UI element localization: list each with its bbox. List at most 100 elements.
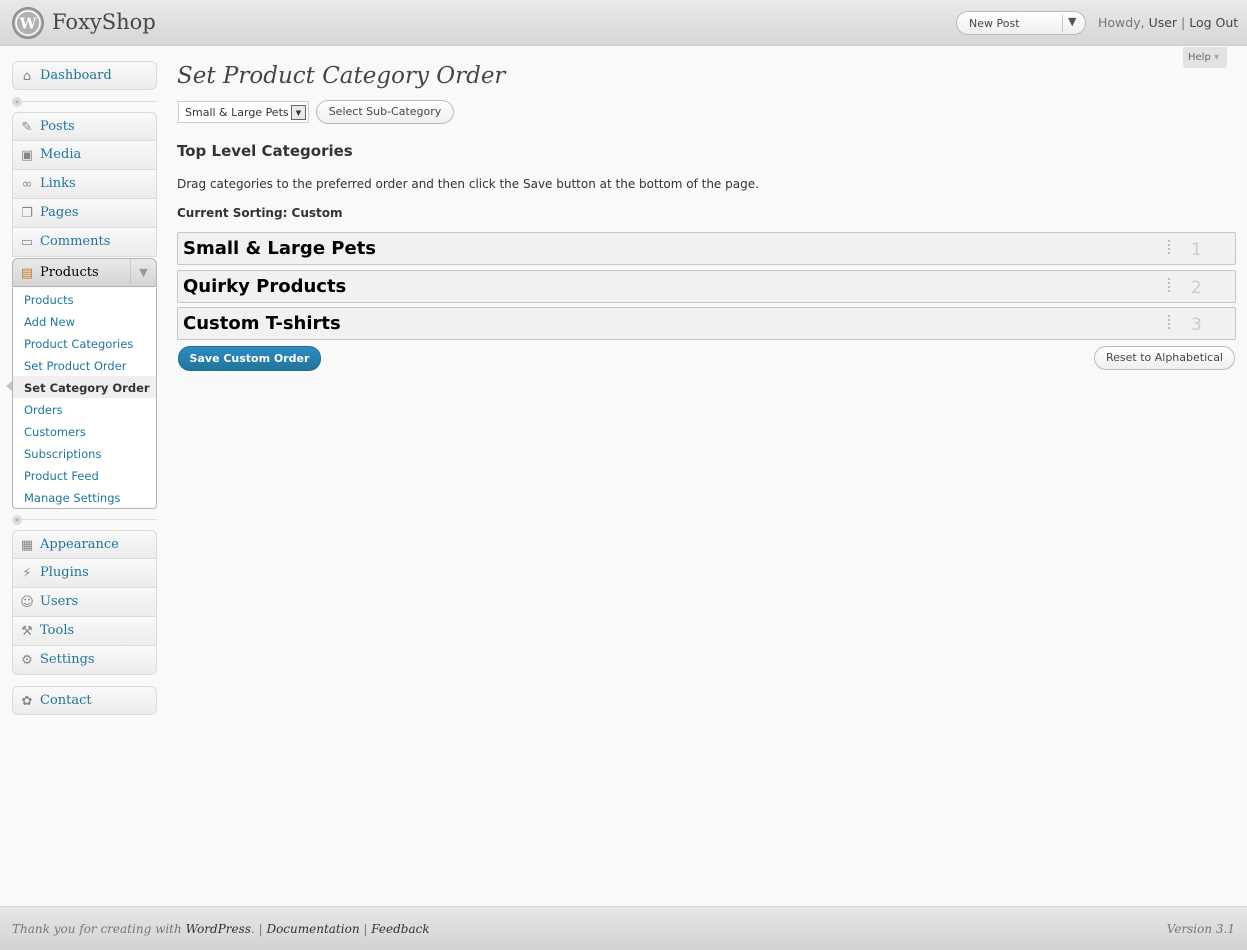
sidebar-item-label: Pages [40, 205, 79, 220]
category-order-number: 3 [1191, 315, 1202, 335]
products-icon: ▤ [20, 266, 34, 281]
category-order-number: 2 [1191, 278, 1202, 298]
save-custom-order-button[interactable]: Save Custom Order [178, 346, 321, 371]
category-row[interactable]: Custom T-shirts 3 [177, 307, 1236, 340]
page-title: Set Product Category Order [177, 63, 506, 89]
sidebar-item-comments[interactable]: ▭ Comments [12, 228, 157, 257]
submenu-item-set-product-order[interactable]: Set Product Order [13, 354, 156, 376]
drag-handle-icon[interactable] [1168, 278, 1170, 294]
sidebar-item-pages[interactable]: ❐ Pages [12, 199, 157, 228]
sidebar-item-media[interactable]: ▣ Media [12, 141, 157, 170]
sidebar-item-tools[interactable]: ⚒ Tools [12, 617, 157, 646]
sidebar-item-label: Posts [40, 119, 75, 134]
divider [12, 519, 157, 520]
sidebar-item-posts[interactable]: ✎ Posts [12, 112, 157, 141]
tools-icon: ⚒ [21, 624, 33, 639]
category-name: Quirky Products [183, 276, 347, 297]
category-name: Custom T-shirts [183, 313, 341, 334]
new-post-dropdown[interactable]: New Post ▼ [956, 11, 1086, 35]
current-sorting-text: Current Sorting: Custom [177, 206, 343, 220]
sidebar-item-products[interactable]: ▤ Products ▼ [12, 258, 157, 287]
appearance-icon: ▦ [20, 538, 34, 553]
submenu-item-orders[interactable]: Orders [13, 398, 156, 420]
feedback-link[interactable]: Feedback [371, 922, 429, 936]
media-icon: ▣ [20, 148, 34, 163]
submenu-item-products[interactable]: Products [13, 288, 156, 310]
settings-icon: ⚙ [21, 653, 33, 668]
section-title: Top Level Categories [177, 142, 353, 160]
users-icon: ☺ [20, 595, 34, 610]
submenu-item-add-new[interactable]: Add New [13, 310, 156, 332]
sidebar-item-label: Media [40, 147, 82, 162]
sidebar-item-label: Links [40, 176, 76, 191]
footer-punct: | [359, 922, 372, 936]
version-text: Version 3.1 [1166, 922, 1235, 936]
submenu-item-product-categories[interactable]: Product Categories [13, 332, 156, 354]
chevron-down-icon: ▾ [1214, 52, 1220, 63]
sidebar-item-label: Appearance [40, 537, 119, 552]
separator: | [1181, 15, 1186, 30]
collapse-arrow-icon[interactable]: « [12, 97, 22, 107]
sidebar-item-links[interactable]: ∞ Links [12, 170, 157, 199]
divider [12, 101, 157, 102]
divider [1062, 15, 1063, 32]
select-subcategory-button[interactable]: Select Sub-Category [316, 100, 454, 124]
comments-icon: ▭ [20, 235, 34, 250]
products-submenu: Products Add New Product Categories Set … [12, 288, 157, 509]
sidebar-item-settings[interactable]: ⚙ Settings [12, 646, 157, 675]
category-select-value: Small & Large Pets [185, 106, 289, 119]
sidebar-item-label: Settings [40, 652, 95, 667]
pin-icon: ✎ [21, 120, 33, 135]
user-greeting: Howdy, User | Log Out [1098, 15, 1238, 30]
wordpress-logo-icon[interactable]: W [12, 7, 44, 39]
drag-handle-icon[interactable] [1168, 315, 1170, 331]
sidebar-item-label: Users [40, 594, 79, 609]
new-post-label: New Post [969, 17, 1020, 30]
documentation-link[interactable]: Documentation [266, 922, 359, 936]
pages-icon: ❐ [21, 206, 33, 221]
category-name: Small & Large Pets [183, 238, 377, 259]
instructions-text: Drag categories to the preferred order a… [177, 177, 759, 191]
help-label: Help [1188, 52, 1211, 63]
plugins-icon: ⚡ [22, 566, 32, 581]
submenu-item-manage-settings[interactable]: Manage Settings [13, 486, 156, 508]
footer-thanks-text: Thank you for creating with [12, 922, 182, 936]
category-row[interactable]: Quirky Products 2 [177, 270, 1236, 303]
logout-link[interactable]: Log Out [1189, 15, 1238, 30]
category-order-number: 1 [1191, 240, 1202, 260]
sidebar-item-label: Products [40, 265, 99, 280]
wordpress-link[interactable]: WordPress [186, 922, 251, 936]
user-profile-link[interactable]: User [1149, 15, 1178, 30]
contact-gear-icon: ✿ [21, 694, 33, 709]
category-row[interactable]: Small & Large Pets 1 [177, 232, 1236, 265]
sidebar-item-dashboard[interactable]: ⌂ Dashboard [12, 61, 157, 90]
svg-text:W: W [19, 15, 38, 33]
sidebar-item-label: Comments [40, 234, 111, 249]
drag-handle-icon[interactable] [1168, 240, 1170, 256]
site-title[interactable]: FoxyShop [52, 10, 156, 34]
category-select[interactable]: Small & Large Pets ▼ [178, 101, 309, 123]
footer-punct: . | [250, 922, 267, 936]
submenu-toggle-icon[interactable]: ▼ [130, 259, 156, 287]
home-icon: ⌂ [22, 69, 32, 84]
sidebar-item-plugins[interactable]: ⚡ Plugins [12, 559, 157, 588]
howdy-text: Howdy, [1098, 15, 1145, 30]
chevron-down-icon[interactable]: ▼ [291, 105, 306, 120]
sidebar-item-appearance[interactable]: ▦ Appearance [12, 530, 157, 559]
sidebar-item-label: Plugins [40, 565, 89, 580]
admin-footer: Thank you for creating with WordPress. |… [0, 906, 1247, 950]
dropdown-arrow-icon[interactable]: ▼ [1068, 15, 1076, 28]
submenu-item-set-category-order[interactable]: Set Category Order [13, 376, 156, 398]
link-icon: ∞ [21, 177, 33, 192]
submenu-item-product-feed[interactable]: Product Feed [13, 464, 156, 486]
sidebar-item-label: Contact [40, 693, 92, 708]
collapse-arrow-icon[interactable]: « [12, 515, 22, 525]
sidebar-item-contact[interactable]: ✿ Contact [12, 686, 157, 715]
help-tab[interactable]: Help ▾ [1183, 47, 1227, 68]
submenu-item-subscriptions[interactable]: Subscriptions [13, 442, 156, 464]
sidebar-item-label: Dashboard [40, 68, 112, 83]
sidebar-item-users[interactable]: ☺ Users [12, 588, 157, 617]
reset-alphabetical-button[interactable]: Reset to Alphabetical [1094, 346, 1235, 370]
current-item-pointer-icon [6, 381, 12, 391]
submenu-item-customers[interactable]: Customers [13, 420, 156, 442]
